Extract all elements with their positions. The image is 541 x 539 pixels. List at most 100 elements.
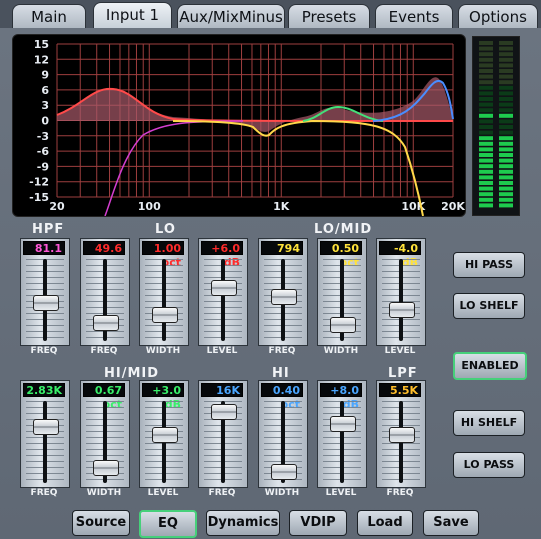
- row1-fader-1[interactable]: 81.1: [20, 238, 70, 346]
- meter-segment: [479, 192, 493, 197]
- meter-segment: [479, 102, 493, 107]
- meter-segment: [479, 136, 493, 141]
- meter-segment: [499, 203, 513, 208]
- lo-pass-button[interactable]: LO PASS: [453, 452, 525, 478]
- fader-value-display: 16K: [201, 383, 243, 397]
- fader-knob[interactable]: [389, 302, 415, 318]
- meter-segment: [499, 97, 513, 101]
- tab-main[interactable]: Main: [12, 4, 86, 29]
- tab-presets[interactable]: Presets: [288, 4, 370, 29]
- enabled-button[interactable]: ENABLED: [453, 352, 527, 380]
- x-tick-label: 1K: [273, 200, 290, 213]
- section-lpf: LPF: [388, 366, 418, 381]
- lo-shelf-button[interactable]: LO SHELF: [453, 293, 525, 319]
- meter-segment: [499, 119, 513, 124]
- row2-fader-2[interactable]: 0.67 oct: [80, 380, 130, 488]
- fader-label: FREQ: [30, 488, 58, 498]
- tab-aux-mixminus[interactable]: Aux/MixMinus: [177, 4, 285, 29]
- fader-knob[interactable]: [33, 419, 59, 435]
- fader-knob[interactable]: [93, 315, 119, 331]
- fader-value-display: +6.0 dB: [201, 241, 243, 269]
- fader-label: LEVEL: [384, 346, 416, 356]
- tab-input-1[interactable]: Input 1: [93, 2, 172, 29]
- hi-pass-button[interactable]: HI PASS: [453, 252, 525, 278]
- fader-knob[interactable]: [33, 295, 59, 311]
- fader-label: WIDTH: [323, 346, 359, 356]
- fader-value-display: 2.83K: [23, 383, 65, 397]
- meter-segment: [479, 80, 493, 85]
- eq-response-graph[interactable]: 15 12 9 6 3 0 -3 -6 -9 -12 -15 20 100 1K 10K 20K: [12, 34, 466, 217]
- eq-magenta-curve: [104, 120, 244, 216]
- source-button[interactable]: Source: [72, 510, 130, 536]
- meter-segment: [499, 57, 513, 62]
- meter-segment: [479, 169, 493, 174]
- fader-value-display: 0.67 oct: [83, 383, 125, 411]
- fader-knob[interactable]: [271, 464, 297, 480]
- fader-knob[interactable]: [152, 307, 178, 323]
- fader-label: FREQ: [30, 346, 58, 356]
- section-hpf: HPF: [32, 222, 65, 237]
- row2-fader-1[interactable]: 2.83K: [20, 380, 70, 488]
- y-tick-label: 0: [41, 115, 49, 128]
- meter-segment: [479, 164, 493, 169]
- fader-knob[interactable]: [211, 280, 237, 296]
- y-tick-label: 9: [41, 69, 49, 82]
- meter-segment: [499, 41, 513, 45]
- y-tick-label: 15: [34, 38, 49, 51]
- fader-value-display: 0.50 oct: [320, 241, 362, 269]
- hi-shelf-button[interactable]: HI SHELF: [453, 410, 525, 436]
- fader-knob[interactable]: [93, 460, 119, 476]
- row1-fader-7[interactable]: -4.0 dB: [376, 238, 426, 346]
- dynamics-button[interactable]: Dynamics: [206, 510, 280, 536]
- meter-segment: [499, 74, 513, 79]
- meter-segment: [479, 130, 493, 135]
- row1-fader-6[interactable]: 0.50 oct: [317, 238, 367, 346]
- meter-segment: [499, 192, 513, 197]
- row2-fader-6[interactable]: +8.0 dB: [317, 380, 367, 488]
- row1-fader-4[interactable]: +6.0 dB: [198, 238, 248, 346]
- x-tick-label: 20: [49, 200, 65, 213]
- meter-segment: [479, 74, 493, 79]
- vdip-button[interactable]: VDIP: [289, 510, 347, 536]
- meter-segment: [479, 69, 493, 73]
- fader-knob[interactable]: [389, 427, 415, 443]
- fader-value-display: +3.0 dB: [142, 383, 184, 411]
- level-meter-svg: [479, 41, 513, 208]
- row2-fader-5[interactable]: 0.40 oct: [258, 380, 308, 488]
- meter-segment: [499, 164, 513, 169]
- fader-knob[interactable]: [211, 404, 237, 420]
- fader-knob[interactable]: [152, 427, 178, 443]
- meter-segment: [499, 181, 513, 185]
- meter-segment: [499, 85, 513, 90]
- fader-knob[interactable]: [271, 289, 297, 305]
- meter-segment: [479, 158, 493, 163]
- meter-segment: [479, 108, 493, 113]
- tab-options[interactable]: Options: [458, 4, 538, 29]
- row1-fader-5[interactable]: 794: [258, 238, 308, 346]
- row2-fader-3[interactable]: +3.0 dB: [139, 380, 189, 488]
- y-tick-label: -12: [29, 176, 49, 189]
- row2-fader-7[interactable]: 5.5K: [376, 380, 426, 488]
- meter-segment: [479, 186, 493, 191]
- row2-fader-4[interactable]: 16K: [198, 380, 248, 488]
- meter-segment: [479, 141, 493, 146]
- row1-fader-3[interactable]: 1.00 oct: [139, 238, 189, 346]
- section-lo-mid: LO/MID: [314, 222, 373, 237]
- y-tick-label: -15: [29, 191, 49, 204]
- tab-events[interactable]: Events: [375, 4, 453, 29]
- meter-segment: [499, 153, 513, 157]
- meter-segment: [479, 147, 493, 152]
- meter-segment: [479, 41, 493, 45]
- section-hi-mid: HI/MID: [104, 366, 160, 381]
- save-button[interactable]: Save: [423, 510, 479, 536]
- fader-knob[interactable]: [330, 416, 356, 432]
- fader-knob[interactable]: [330, 317, 356, 333]
- meter-segment: [499, 175, 513, 180]
- meter-segment: [479, 85, 493, 90]
- eq-button[interactable]: EQ: [139, 510, 197, 538]
- fader-value-display: 1.00 oct: [142, 241, 184, 269]
- meter-segment: [499, 186, 513, 191]
- load-button[interactable]: Load: [357, 510, 413, 536]
- row1-fader-2[interactable]: 49.6: [80, 238, 130, 346]
- meter-segment: [479, 97, 493, 101]
